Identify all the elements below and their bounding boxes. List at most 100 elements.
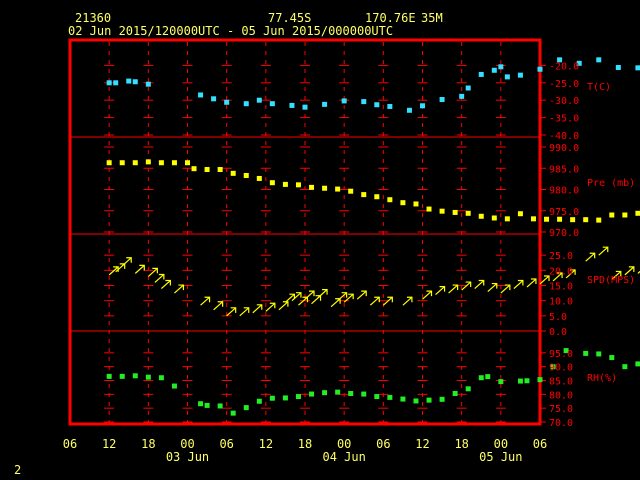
wind-shaft [278,301,289,311]
wind-shaft [252,304,263,314]
y-tick-label: -40.0 [549,131,579,142]
wind-vector [337,292,348,302]
rh-point [583,350,589,356]
panel-name-label: SPD(MPS) [587,275,635,286]
wind-shaft [461,281,472,291]
wind-vector [422,290,433,300]
rh-point [295,394,301,400]
rh-point [282,395,288,401]
wind-vector [134,264,145,274]
wind-shaft [356,290,367,300]
wind-vector [121,257,132,267]
tc-point [106,80,112,86]
wind-shaft [304,290,315,300]
y-tick-label: 15.0 [549,282,573,293]
y-tick-label: 25.0 [549,251,573,262]
y-tick-label: 85.0 [549,377,573,388]
tc-point [132,79,138,85]
wind-shaft [147,267,158,277]
pres-point [158,160,164,166]
x-tick-label: 12 [259,437,273,451]
tc-point [243,101,249,107]
wind-shaft [160,280,171,289]
y-tick-label: -20.0 [549,61,579,72]
pres-point [504,216,510,222]
pres-point [204,167,210,173]
wind-vector [154,273,165,283]
wind-vector [448,284,459,294]
tc-point [504,74,510,80]
pres-point [106,160,112,166]
rh-point [478,375,484,381]
tc-point [420,103,425,109]
pres-point [400,200,406,206]
pres-point [413,201,419,207]
wind-shaft [369,296,380,306]
rh-point [309,391,315,397]
x-tick-label: 18 [141,437,155,451]
wind-vector [160,279,171,289]
x-day-label: 03 Jun [166,450,209,464]
rh-point [374,394,380,400]
pres-point [478,213,484,219]
rh-point [269,395,275,401]
pres-point [269,180,275,186]
wind-vector [624,266,635,276]
tc-point [478,71,484,77]
wind-shaft [435,286,445,296]
rh-point [171,383,177,389]
y-tick-label: 70.0 [549,418,573,429]
wind-vector [598,246,609,256]
rh-point [485,374,491,380]
wind-shaft [317,289,328,299]
wind-vector [585,252,596,262]
rh-point [622,364,628,370]
x-tick-label: 18 [454,437,468,451]
pres-point [185,160,190,166]
pres-point [335,186,341,192]
wind-shaft [213,301,224,311]
tc-point [126,78,132,84]
wind-vector [252,304,263,314]
y-tick-label: 75.0 [549,404,573,415]
y-tick-label: -35.0 [549,114,579,125]
pres-point [387,197,393,203]
rh-point [413,398,419,404]
y-tick-label: 980.0 [549,186,579,197]
wind-shaft [402,296,413,306]
pres-point [491,215,497,221]
tc-point [537,66,543,72]
tc-point [289,102,295,108]
latitude: 77.45S [268,11,311,25]
tc-point [459,93,465,99]
wind-vector [369,296,380,306]
pres-point [119,160,125,166]
tc-point [635,65,640,71]
y-tick-label: 95.0 [549,349,573,360]
rh-point [119,373,125,379]
wind-vector [213,301,224,311]
pres-point [583,217,589,223]
rh-point [596,351,602,357]
wind-shaft [121,257,132,267]
y-tick-label: -25.0 [549,79,579,90]
x-tick-label: 00 [494,437,508,451]
pres-point [295,182,301,188]
tc-point [145,81,151,87]
tc-point [113,80,119,86]
wind-vector [461,281,472,291]
time-period: 02 Jun 2015/120000UTC - 05 Jun 2015/0000… [68,24,393,38]
wind-vector [239,307,250,317]
tc-point [439,97,445,103]
x-tick-label: 12 [102,437,116,451]
rh-point [322,390,328,396]
panel-name-label: Pre (mb) [587,178,635,189]
rh-point [465,386,471,392]
wind-shaft [285,293,295,303]
tc-point [341,98,347,104]
y-tick-label: 5.0 [549,312,567,323]
wind-vector [317,289,328,299]
pres-point [609,212,615,218]
pres-point [622,212,628,218]
elevation: 35M [421,11,443,25]
